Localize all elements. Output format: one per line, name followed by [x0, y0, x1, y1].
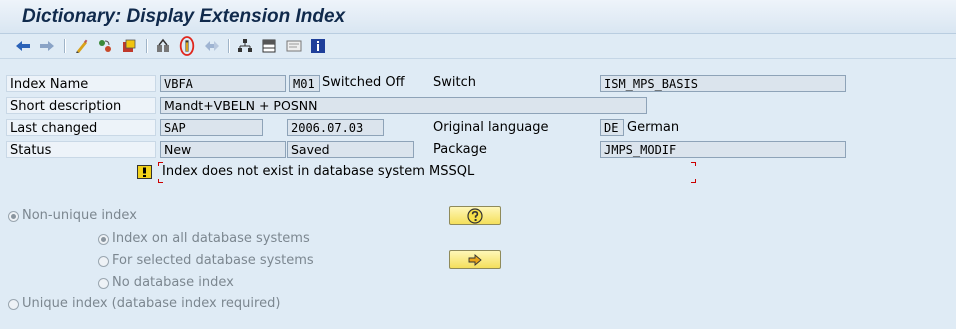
- page-title: Dictionary: Display Extension Index: [22, 6, 346, 27]
- last-changed-user-field[interactable]: SAP: [160, 119, 263, 136]
- radio-label: For selected database systems: [112, 253, 314, 268]
- radio-indicator: [8, 298, 19, 310]
- radio-label: Unique index (database index required): [22, 296, 281, 311]
- index-status-text: Switched Off: [322, 75, 405, 90]
- toolbar-separator: [64, 39, 66, 53]
- radio-non-unique-index[interactable]: Non-unique index: [8, 207, 137, 225]
- help-button[interactable]: [449, 206, 501, 225]
- radio-label: No database index: [112, 275, 234, 290]
- check-icon[interactable]: [120, 37, 138, 55]
- short-description-field[interactable]: Mandt+VBELN + POSNN: [160, 97, 647, 114]
- switch-field[interactable]: ISM_MPS_BASIS: [600, 75, 846, 92]
- message-text: Index does not exist in database system …: [162, 164, 475, 179]
- index-id-field[interactable]: M01: [289, 75, 320, 92]
- radio-indicator: [98, 233, 109, 245]
- table-icon[interactable]: [260, 37, 278, 55]
- switch-label: Switch: [433, 75, 476, 90]
- radio-all-database-systems[interactable]: Index on all database systems: [98, 230, 310, 248]
- save-status-field[interactable]: Saved: [287, 141, 414, 158]
- message-field[interactable]: Index does not exist in database system …: [158, 162, 696, 183]
- toolbar-separator: [146, 39, 148, 53]
- radio-indicator: [98, 255, 109, 267]
- radio-indicator: [8, 210, 19, 222]
- layout-icon[interactable]: [285, 37, 303, 55]
- navigate-icon[interactable]: [203, 37, 221, 55]
- last-changed-label: Last changed: [6, 119, 156, 136]
- info-icon[interactable]: [309, 37, 327, 55]
- navigate-button[interactable]: [449, 250, 501, 269]
- original-language-code-field[interactable]: DE: [600, 119, 624, 136]
- forward-arrow-icon[interactable]: [38, 37, 56, 55]
- package-field[interactable]: JMPS_MODIF: [600, 141, 846, 158]
- radio-label: Index on all database systems: [112, 231, 310, 246]
- index-table-field[interactable]: VBFA: [160, 75, 286, 92]
- radio-unique-index[interactable]: Unique index (database index required): [8, 295, 280, 313]
- activate-icon[interactable]: [178, 36, 196, 56]
- original-language-name: German: [627, 120, 680, 135]
- arrow-right-icon: [468, 253, 482, 266]
- radio-selected-database-systems[interactable]: For selected database systems: [98, 252, 314, 270]
- warning-icon: [137, 164, 152, 179]
- radio-label: Non-unique index: [22, 208, 137, 223]
- short-description-label: Short description: [6, 97, 156, 114]
- back-arrow-icon[interactable]: [14, 37, 32, 55]
- radio-indicator: [98, 277, 109, 289]
- original-language-label: Original language: [433, 120, 549, 135]
- package-label: Package: [433, 142, 487, 157]
- where-used-icon[interactable]: [154, 37, 172, 55]
- display-change-icon[interactable]: [73, 37, 91, 55]
- last-changed-date-field[interactable]: 2006.07.03: [287, 119, 384, 136]
- help-icon: [467, 207, 483, 224]
- radio-no-database-index[interactable]: No database index: [98, 274, 234, 292]
- other-object-icon[interactable]: [96, 37, 114, 55]
- status-label: Status: [6, 141, 156, 158]
- index-name-label: Index Name: [6, 75, 156, 92]
- toolbar-separator: [228, 39, 230, 53]
- application-toolbar: [0, 34, 956, 59]
- status-field[interactable]: New: [160, 141, 286, 158]
- hierarchy-icon[interactable]: [236, 37, 254, 55]
- title-bar: Dictionary: Display Extension Index: [0, 0, 956, 34]
